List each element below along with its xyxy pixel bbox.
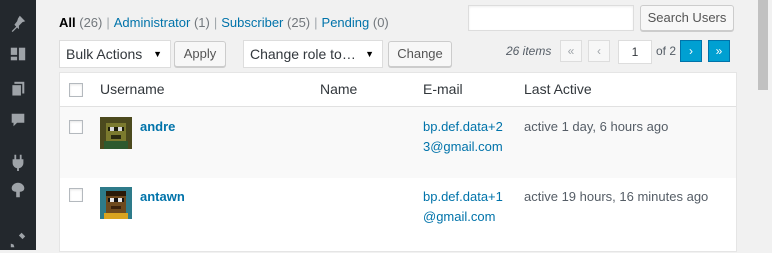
tools-icon[interactable] <box>8 230 28 250</box>
column-name[interactable]: Name <box>320 81 357 97</box>
change-role-label: Change role to… <box>250 46 356 62</box>
column-last-active[interactable]: Last Active <box>524 81 592 97</box>
total-pages: of 2 <box>656 44 677 58</box>
admin-sidebar <box>0 0 36 250</box>
first-page-button[interactable]: « <box>560 40 582 62</box>
appearance-icon[interactable] <box>8 180 28 200</box>
filter-administrator[interactable]: Administrator (1) <box>114 15 210 30</box>
user-avatar <box>100 187 132 219</box>
dropdown-arrow-icon: ▼ <box>153 49 162 59</box>
last-active: active 19 hours, 16 minutes ago <box>524 189 709 204</box>
comments-icon[interactable] <box>8 110 28 130</box>
media-icon[interactable] <box>8 44 28 64</box>
email-link[interactable]: bp.def.data+1@gmail.com <box>423 187 507 227</box>
apply-button[interactable]: Apply <box>174 41 226 67</box>
separator: | <box>106 15 110 30</box>
plugins-icon[interactable] <box>8 152 28 172</box>
filter-pending[interactable]: Pending (0) <box>322 15 389 30</box>
bulk-actions-select[interactable]: Bulk Actions ▼ <box>59 40 171 68</box>
email-link[interactable]: bp.def.data+23@gmail.com <box>423 117 507 157</box>
search-users-button[interactable]: Search Users <box>640 5 734 31</box>
column-email[interactable]: E-mail <box>423 81 463 97</box>
next-page-button[interactable]: › <box>680 40 702 62</box>
pin-icon[interactable] <box>8 13 28 33</box>
change-role-button[interactable]: Change <box>388 41 452 67</box>
row-checkbox[interactable] <box>69 188 83 202</box>
item-count: 26 items <box>506 44 552 58</box>
column-username[interactable]: Username <box>100 81 165 97</box>
pages-icon[interactable] <box>8 79 28 99</box>
filter-subscriber[interactable]: Subscriber (25) <box>221 15 310 30</box>
separator: | <box>314 15 318 30</box>
table-row: andre bp.def.data+23@gmail.com active 1 … <box>60 107 736 178</box>
username-link[interactable]: antawn <box>140 189 185 204</box>
row-checkbox[interactable] <box>69 120 83 134</box>
user-role-filters: All (26) | Administrator (1) | Subscriber (2… <box>59 15 389 30</box>
last-page-button[interactable]: » <box>708 40 730 62</box>
dropdown-arrow-icon: ▼ <box>365 49 374 59</box>
select-all-checkbox[interactable] <box>69 83 83 97</box>
bulk-actions-label: Bulk Actions <box>66 46 143 62</box>
filter-all[interactable]: All (26) <box>59 15 102 30</box>
scrollbar-thumb[interactable] <box>758 0 768 90</box>
username-link[interactable]: andre <box>140 119 175 134</box>
user-avatar <box>100 117 132 149</box>
separator: | <box>213 15 218 30</box>
table-row: antawn bp.def.data+1@gmail.com active 19… <box>60 179 736 253</box>
users-table: Username Name E-mail Last Active andre b… <box>59 72 737 252</box>
change-role-select[interactable]: Change role to… ▼ <box>243 40 383 68</box>
search-input[interactable] <box>468 5 634 31</box>
last-active: active 1 day, 6 hours ago <box>524 119 669 134</box>
table-header: Username Name E-mail Last Active <box>60 73 736 107</box>
current-page-input[interactable]: 1 <box>618 40 652 64</box>
prev-page-button[interactable]: ‹ <box>588 40 610 62</box>
